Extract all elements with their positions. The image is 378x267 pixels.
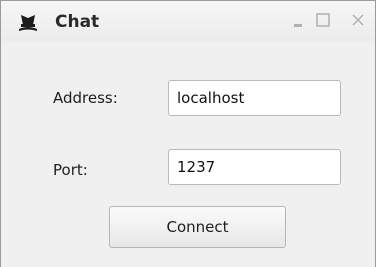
maximize-button[interactable] [310, 10, 336, 34]
window-title: Chat [55, 12, 100, 32]
maximize-icon [315, 12, 331, 32]
close-button[interactable] [345, 10, 371, 34]
close-icon [350, 12, 366, 32]
magician-hat-icon [17, 13, 39, 33]
port-input[interactable] [168, 149, 341, 185]
title-bar[interactable]: Chat [1, 1, 375, 41]
minimize-icon [291, 13, 305, 32]
connect-button[interactable]: Connect [109, 206, 286, 248]
minimize-button[interactable] [285, 10, 311, 34]
port-label: Port: [53, 161, 88, 179]
chat-window: Chat Address: Port: Co [0, 0, 376, 267]
address-label: Address: [53, 89, 118, 107]
address-input[interactable] [168, 80, 341, 116]
